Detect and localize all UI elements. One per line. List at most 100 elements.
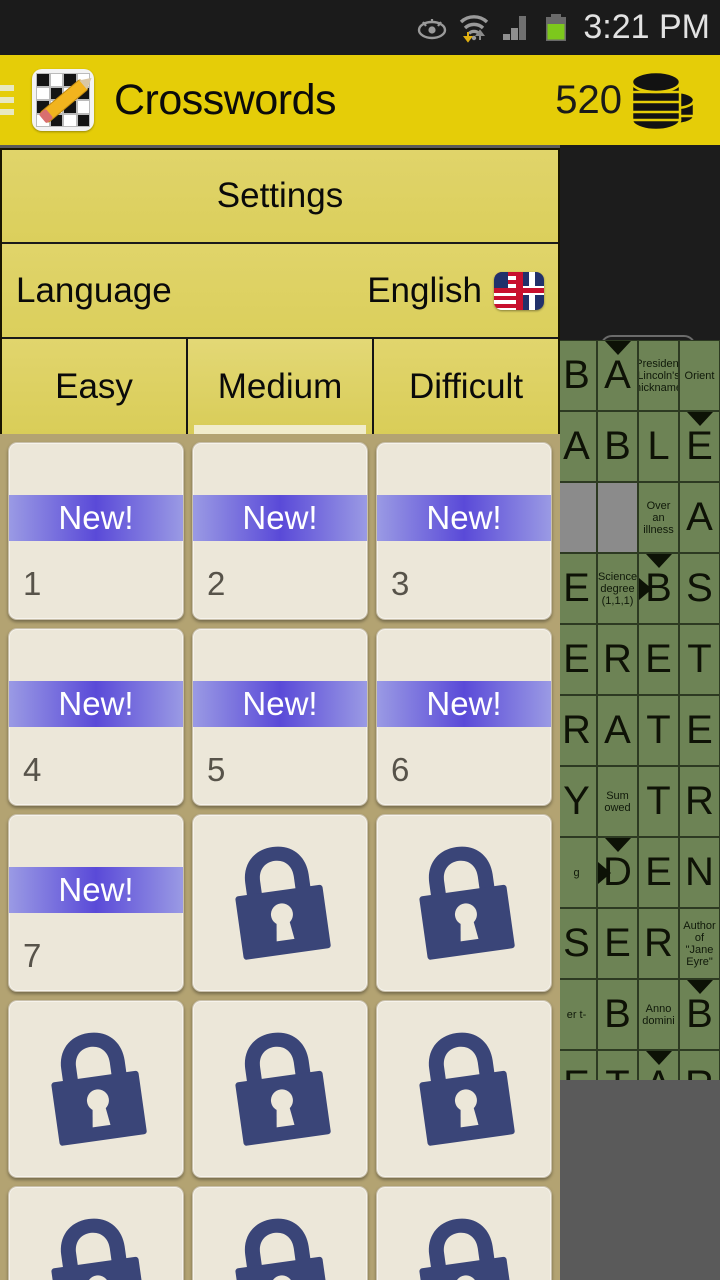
crossword-letter-cell[interactable]: N	[679, 837, 720, 908]
crossword-letter-cell[interactable]: E	[679, 411, 720, 482]
crossword-cell-text: Sum owed	[604, 789, 631, 814]
crossword-letter-cell[interactable]: T	[679, 624, 720, 695]
crossword-cell-text: Over an illness	[643, 499, 674, 536]
puzzle-tile[interactable]: New! 2	[192, 442, 368, 620]
crossword-letter-cell[interactable]: S	[556, 908, 597, 979]
puzzle-tile[interactable]	[192, 814, 368, 992]
hamburger-menu-icon[interactable]	[0, 85, 24, 115]
crossword-clue-cell[interactable]: Science degree (1,1,1)	[597, 553, 638, 624]
arrow-down-icon	[604, 838, 631, 852]
puzzle-tile[interactable]	[376, 1186, 552, 1280]
crossword-blank-cell[interactable]	[597, 482, 638, 553]
puzzle-number: 2	[207, 565, 226, 602]
crossword-letter-cell[interactable]: B	[638, 553, 679, 624]
crossword-clue-cell[interactable]: Over an illness	[638, 482, 679, 553]
crossword-cell-text: R	[685, 779, 714, 823]
new-badge: New!	[193, 681, 367, 727]
padlock-icon	[408, 1213, 520, 1280]
puzzle-tile[interactable]	[8, 1186, 184, 1280]
puzzle-tile[interactable]: New! 7	[8, 814, 184, 992]
crossword-clue-cell[interactable]: er t-	[556, 979, 597, 1050]
crossword-clue-cell[interactable]: Anno domini	[638, 979, 679, 1050]
difficulty-tab-easy[interactable]: Easy	[2, 339, 188, 435]
crossword-cell-text: N	[685, 850, 714, 894]
crossword-letter-cell[interactable]: A	[679, 482, 720, 553]
crossword-clue-cell[interactable]: President Lincoln's nickname	[638, 340, 679, 411]
crossword-cell-text: E	[686, 424, 713, 468]
app-bar: Crosswords 520	[0, 55, 720, 145]
status-bar: 3:21 PM	[0, 0, 720, 55]
puzzle-tile[interactable]: New! 6	[376, 628, 552, 806]
crossword-letter-cell[interactable]: E	[638, 624, 679, 695]
puzzle-tile[interactable]: New! 4	[8, 628, 184, 806]
crossword-cell-text: E	[645, 637, 672, 681]
crossword-letter-cell[interactable]: A	[556, 411, 597, 482]
crossword-letter-cell[interactable]: R	[679, 766, 720, 837]
crossword-cell-text: E	[563, 637, 590, 681]
difficulty-tab-bar[interactable]: Easy Medium Difficult	[2, 339, 558, 435]
crossword-cell-text: E	[686, 708, 713, 752]
puzzle-tile[interactable]: New! 5	[192, 628, 368, 806]
puzzle-tile[interactable]	[8, 1000, 184, 1178]
crossword-letter-cell[interactable]: T	[638, 695, 679, 766]
crossword-clue-cell[interactable]: Author of "Jane Eyre"	[679, 908, 720, 979]
crossword-letter-cell[interactable]: E	[556, 553, 597, 624]
settings-dialog: Settings Language English Easy Medium Diff…	[0, 148, 560, 437]
crossword-cell-text: B	[686, 992, 713, 1036]
puzzle-tile[interactable]	[376, 814, 552, 992]
crossword-letter-cell[interactable]: E	[556, 1050, 597, 1080]
crossword-blank-cell[interactable]	[556, 482, 597, 553]
crossword-letter-cell[interactable]: S	[679, 553, 720, 624]
crossword-letter-cell[interactable]: D	[597, 837, 638, 908]
padlock-icon	[224, 1027, 336, 1152]
puzzle-tile[interactable]: New! 3	[376, 442, 552, 620]
coins-display[interactable]: 520	[555, 64, 720, 136]
crossword-cell-text: Anno domini	[642, 1002, 675, 1027]
crossword-letter-cell[interactable]: B	[597, 979, 638, 1050]
crossword-letter-cell[interactable]: R	[597, 624, 638, 695]
language-row[interactable]: Language English	[2, 244, 558, 339]
crossword-letter-cell[interactable]: T	[638, 766, 679, 837]
crossword-letter-cell[interactable]: A	[597, 695, 638, 766]
crossword-letter-cell[interactable]: L	[638, 411, 679, 482]
crossword-letter-cell[interactable]: Y	[556, 766, 597, 837]
puzzle-tile-grid[interactable]: New! 1 New! 2 New! 3 New! 4 New! 5 New! 6 New! 7	[0, 434, 560, 1280]
puzzle-tile[interactable]: New! 1	[8, 442, 184, 620]
new-badge: New!	[377, 681, 551, 727]
crossword-cell-text: A	[686, 495, 713, 539]
puzzle-tile[interactable]	[192, 1186, 368, 1280]
crossword-cell-text: S	[686, 566, 713, 610]
puzzle-tile[interactable]	[376, 1000, 552, 1178]
crossword-letter-cell[interactable]: E	[679, 695, 720, 766]
crossword-clue-cell[interactable]: Sum owed	[597, 766, 638, 837]
padlock-icon	[408, 841, 520, 966]
difficulty-tab-difficult[interactable]: Difficult	[374, 339, 558, 435]
crossword-cell-text: A	[563, 424, 590, 468]
crossword-letter-cell[interactable]: E	[597, 908, 638, 979]
crossword-letter-cell[interactable]: R	[556, 695, 597, 766]
difficulty-tab-medium[interactable]: Medium	[188, 339, 374, 435]
crossword-grid[interactable]: BAPresident Lincoln's nicknameOrientABLE…	[556, 340, 720, 1080]
puzzle-number: 7	[23, 937, 42, 974]
wifi-icon	[457, 13, 491, 43]
arrow-down-icon	[645, 554, 672, 568]
crossword-letter-cell[interactable]: R	[638, 908, 679, 979]
crossword-letter-cell[interactable]: B	[679, 979, 720, 1050]
crossword-cell-text: A	[604, 353, 631, 397]
new-badge: New!	[9, 681, 183, 727]
crossword-letter-cell[interactable]: E	[638, 837, 679, 908]
crossword-letter-cell[interactable]: B	[556, 340, 597, 411]
crossword-clue-cell[interactable]: g	[556, 837, 597, 908]
crossword-cell-text: E	[645, 850, 672, 894]
crossword-letter-cell[interactable]: R	[679, 1050, 720, 1080]
crossword-letter-cell[interactable]: B	[597, 411, 638, 482]
signal-icon	[501, 14, 533, 42]
us-uk-flag-icon	[494, 271, 544, 310]
crossword-clue-cell[interactable]: Orient	[679, 340, 720, 411]
crossword-letter-cell[interactable]: T	[597, 1050, 638, 1080]
crossword-letter-cell[interactable]: E	[556, 624, 597, 695]
crossword-letter-cell[interactable]: A	[638, 1050, 679, 1080]
crossword-letter-cell[interactable]: A	[597, 340, 638, 411]
puzzle-tile[interactable]	[192, 1000, 368, 1178]
crossword-cell-text: B	[563, 353, 590, 397]
